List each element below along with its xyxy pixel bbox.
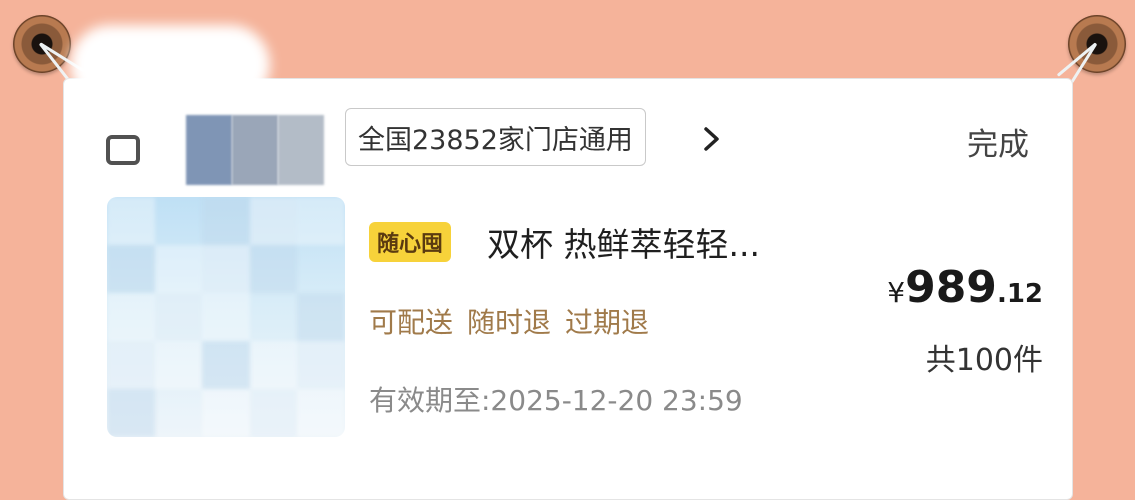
pixelated-block [232, 115, 278, 185]
pixelated-product-photo [107, 197, 345, 437]
price-decimal: .12 [996, 279, 1043, 309]
product-badge: 随心囤 [369, 222, 452, 262]
pixelated-block [278, 115, 324, 185]
chevron-right-icon[interactable] [700, 124, 724, 154]
feature-refund-expired: 过期退 [565, 306, 650, 339]
pixelated-block [186, 115, 232, 185]
done-button[interactable]: 完成 [967, 119, 1029, 164]
product-image[interactable] [107, 197, 345, 437]
expiry-date: 有效期至:2025-12-20 23:59 [369, 384, 743, 417]
feature-delivery: 可配送 [369, 306, 454, 339]
store-scope-tag[interactable]: 全国23852家门店通用 [345, 108, 646, 166]
feature-refund-anytime: 随时退 [467, 306, 552, 339]
product-price: ¥ 989 .12 [887, 262, 1043, 313]
price-integer: 989 [905, 262, 997, 313]
store-logo-icon [106, 135, 140, 165]
item-count: 共100件 [925, 343, 1043, 378]
price-currency: ¥ [887, 276, 906, 309]
product-title[interactable]: 双杯 热鲜萃轻轻... [487, 218, 760, 266]
store-logo [106, 115, 336, 185]
blurred-region [70, 25, 270, 105]
product-features: 可配送 随时退 过期退 [369, 301, 649, 341]
